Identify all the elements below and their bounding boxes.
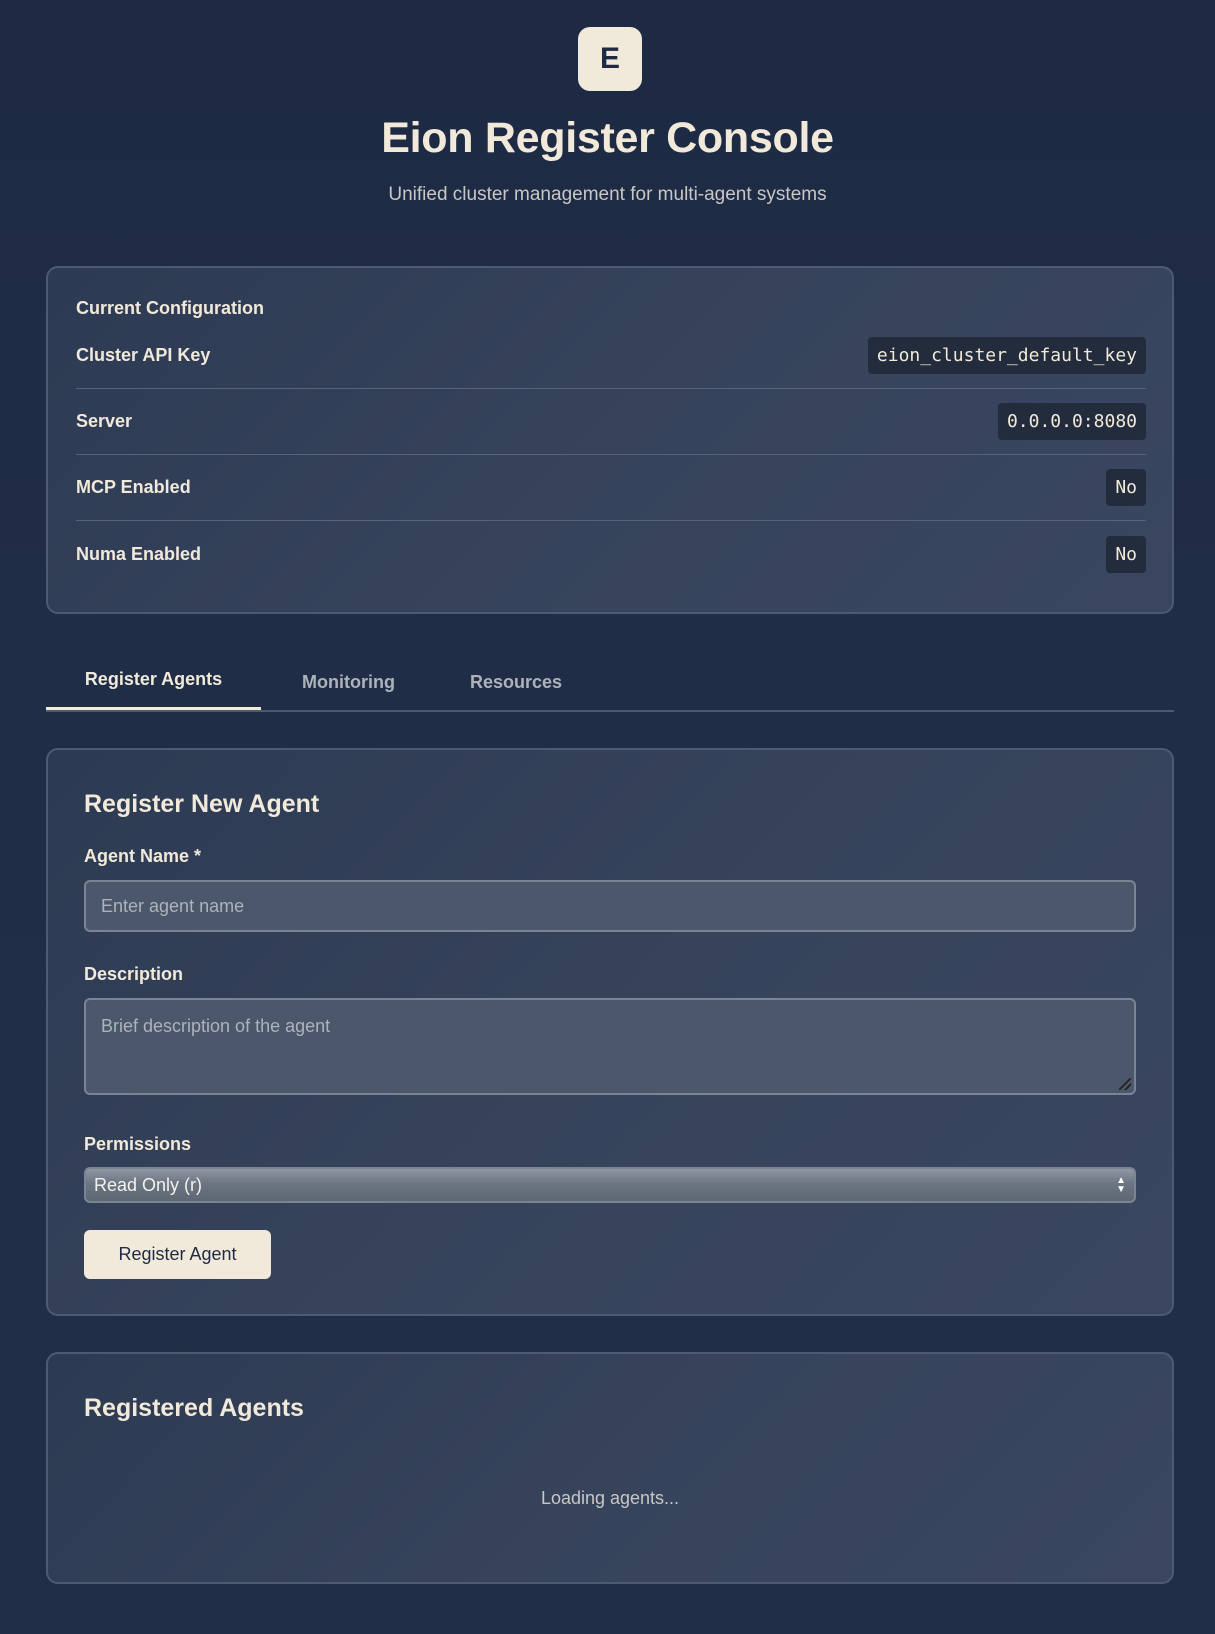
tab-resources[interactable]: Resources — [436, 652, 596, 712]
tab-register-agents[interactable]: Register Agents — [46, 652, 261, 710]
config-row-server: Server 0.0.0.0:8080 — [76, 389, 1146, 455]
registered-agents-title: Registered Agents — [84, 1394, 304, 1422]
config-value: 0.0.0.0:8080 — [997, 403, 1146, 440]
config-heading: Current Configuration — [76, 298, 264, 318]
config-label: Cluster API Key — [76, 345, 211, 365]
resize-handle-icon[interactable] — [1119, 1078, 1131, 1090]
permissions-selected-value: Read Only (r) — [94, 1174, 203, 1195]
config-label: Server — [76, 411, 133, 431]
select-arrows-icon: ▲ ▼ — [1116, 1175, 1126, 1195]
permissions-label: Permissions — [84, 1134, 192, 1154]
config-value: eion_cluster_default_key — [867, 337, 1146, 374]
tab-monitoring[interactable]: Monitoring — [261, 652, 436, 712]
permissions-select[interactable]: Read Only (r) ▲ ▼ — [84, 1167, 1136, 1203]
description-textarea[interactable]: Brief description of the agent — [84, 998, 1136, 1095]
tab-bar: Register Agents Monitoring Resources — [46, 652, 1174, 712]
page-subtitle: Unified cluster management for multi-age… — [388, 184, 827, 205]
agent-name-input[interactable]: Enter agent name — [84, 880, 1136, 932]
page-title: Eion Register Console — [381, 114, 834, 162]
description-placeholder: Brief description of the agent — [101, 1016, 331, 1036]
current-configuration-panel: Current Configuration Cluster API Key ei… — [46, 266, 1174, 614]
logo-letter: E — [599, 42, 620, 75]
config-label: MCP Enabled — [76, 477, 191, 497]
config-value: No — [1106, 535, 1146, 573]
register-agent-button[interactable]: Register Agent — [84, 1230, 271, 1279]
config-label: Numa Enabled — [76, 543, 202, 564]
loading-status: Loading agents... — [540, 1488, 680, 1508]
config-value: No — [1106, 469, 1146, 506]
config-row-mcp: MCP Enabled No — [76, 455, 1146, 521]
config-row-api-key: Cluster API Key eion_cluster_default_key — [76, 323, 1146, 389]
description-label: Description — [84, 964, 184, 984]
app-logo: E — [578, 27, 642, 91]
registered-agents-panel: Registered Agents Loading agents... — [46, 1352, 1174, 1584]
register-agent-panel: Register New Agent Agent Name * Enter ag… — [46, 748, 1174, 1316]
agent-name-label: Agent Name * — [84, 846, 202, 866]
config-row-numa: Numa Enabled No — [76, 521, 1146, 587]
register-form-title: Register New Agent — [84, 790, 320, 818]
